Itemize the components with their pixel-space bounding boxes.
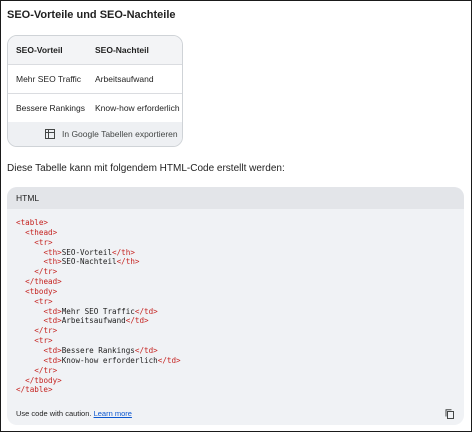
- code-tag: <td>: [43, 345, 62, 355]
- code-tag: <table>: [16, 218, 49, 227]
- code-tag: <td>: [43, 306, 62, 316]
- code-tag: </tbody>: [25, 375, 62, 385]
- code-line: <tr>: [16, 238, 446, 248]
- code-line: <td>Bessere Rankings</td>: [16, 346, 446, 356]
- code-tag: </tr>: [34, 267, 58, 277]
- code-line: <td>Know-how erforderlich</td>: [16, 356, 446, 366]
- code-tag: <td>: [43, 316, 62, 326]
- code-line: </tr>: [16, 267, 446, 277]
- table-cell: Arbeitsaufwand: [95, 74, 154, 84]
- code-text: Arbeitsaufwand: [61, 316, 126, 326]
- code-tag: </td>: [125, 316, 149, 326]
- code-line: </thead>: [16, 277, 446, 287]
- copy-icon[interactable]: [445, 409, 455, 419]
- table-header-cell: SEO-Nachteil: [95, 45, 149, 55]
- code-line: </tr>: [16, 326, 446, 336]
- code-tag: </td>: [134, 345, 158, 355]
- code-tag: </td>: [157, 355, 181, 365]
- code-tag: <td>: [43, 355, 62, 365]
- table-row: Bessere Rankings Know-how erforderlich: [8, 94, 182, 123]
- code-line: <tbody>: [16, 287, 446, 297]
- code-tag: <th>: [43, 257, 62, 267]
- code-tag: <tbody>: [25, 286, 58, 296]
- export-label: In Google Tabellen exportieren: [62, 129, 178, 139]
- table-header-cell: SEO-Vorteil: [16, 45, 63, 55]
- code-text: Mehr SEO Traffic: [61, 306, 135, 316]
- code-line: <table>: [16, 218, 446, 228]
- code-tag: </tr>: [34, 326, 58, 336]
- code-tag: </th>: [112, 247, 135, 257]
- table-cell: Bessere Rankings: [16, 103, 85, 113]
- data-table: SEO-Vorteil SEO-Nachteil Mehr SEO Traffi…: [7, 35, 183, 147]
- code-text: Bessere Rankings: [61, 345, 135, 355]
- code-tag: <tr>: [34, 296, 53, 306]
- code-tag: <thead>: [25, 227, 58, 237]
- code-line: <tr>: [16, 297, 446, 307]
- code-language-label: HTML: [16, 193, 40, 203]
- code-tag: </table>: [16, 385, 53, 395]
- code-tag: <tr>: [34, 336, 53, 346]
- code-footer: Use code with caution. Learn more: [7, 403, 464, 425]
- caution-note: Use code with caution. Learn more: [16, 403, 132, 425]
- code-line: <td>Mehr SEO Traffic</td>: [16, 307, 446, 317]
- code-block: HTML <table> <thead> <tr> <th>SEO-Vortei…: [7, 187, 464, 425]
- code-content[interactable]: <table> <thead> <tr> <th>SEO-Vorteil</th…: [16, 218, 446, 395]
- table-icon: [45, 129, 55, 139]
- code-line: </table>: [16, 385, 446, 395]
- code-tag: <tr>: [34, 237, 53, 247]
- table-cell: Know-how erforderlich: [95, 103, 180, 113]
- learn-more-link[interactable]: Learn more: [94, 409, 132, 418]
- code-line: <tr>: [16, 336, 446, 346]
- code-text: Know-how erforderlich: [61, 355, 158, 365]
- intro-text: Diese Tabelle kann mit folgendem HTML-Co…: [7, 163, 285, 174]
- export-to-sheets-button[interactable]: In Google Tabellen exportieren: [8, 122, 182, 146]
- code-tag: </thead>: [25, 277, 62, 287]
- caution-text: Use code with caution.: [16, 409, 92, 418]
- code-header: HTML: [7, 187, 464, 209]
- code-text: SEO-Nachteil: [61, 257, 117, 267]
- table-row: Mehr SEO Traffic Arbeitsaufwand: [8, 65, 182, 94]
- code-tag: <th>: [43, 247, 62, 257]
- response-heading: SEO-Vorteile und SEO-Nachteile: [7, 9, 176, 21]
- code-tag: </th>: [116, 257, 140, 267]
- code-line: <th>SEO-Nachteil</th>: [16, 257, 446, 267]
- table-header-row: SEO-Vorteil SEO-Nachteil: [8, 36, 182, 65]
- code-line: </tr>: [16, 366, 446, 376]
- code-tag: </td>: [134, 306, 158, 316]
- code-tag: </tr>: [34, 365, 58, 375]
- code-line: </tbody>: [16, 376, 446, 386]
- code-text: SEO-Vorteil: [61, 247, 113, 257]
- code-line: <td>Arbeitsaufwand</td>: [16, 316, 446, 326]
- code-line: <thead>: [16, 228, 446, 238]
- code-line: <th>SEO-Vorteil</th>: [16, 248, 446, 258]
- table-cell: Mehr SEO Traffic: [16, 74, 82, 84]
